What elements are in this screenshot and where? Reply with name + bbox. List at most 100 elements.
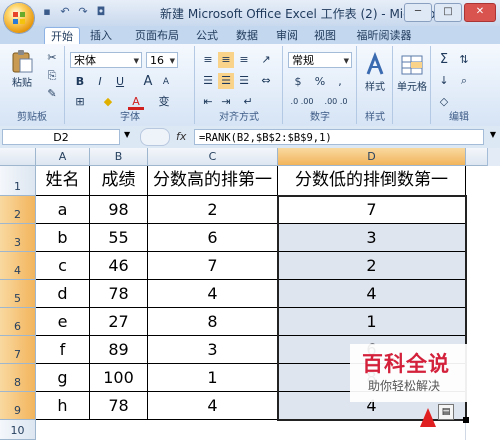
currency-button[interactable]: $ bbox=[290, 74, 306, 90]
column-header-a[interactable]: A bbox=[36, 148, 90, 166]
cell-a9[interactable]: h bbox=[36, 392, 90, 420]
tab-page-layout[interactable]: 页面布局 bbox=[128, 27, 186, 44]
minimize-button[interactable]: ─ bbox=[404, 3, 432, 22]
cell-d3[interactable]: 3 bbox=[278, 224, 466, 252]
row-header-1[interactable]: 1 bbox=[0, 166, 36, 196]
cell-b4[interactable]: 46 bbox=[90, 252, 148, 280]
select-all-corner[interactable] bbox=[0, 148, 36, 166]
tab-insert[interactable]: 插入 bbox=[84, 27, 118, 44]
align-right-icon[interactable]: ☰ bbox=[236, 73, 252, 89]
cell-b2[interactable]: 98 bbox=[90, 196, 148, 224]
office-button[interactable] bbox=[4, 3, 34, 33]
autosum-button[interactable]: Σ bbox=[436, 52, 452, 68]
row-header-2[interactable]: 2 bbox=[0, 196, 36, 224]
tab-view[interactable]: 视图 bbox=[310, 27, 340, 44]
cell-a5[interactable]: d bbox=[36, 280, 90, 308]
row-header-4[interactable]: 4 bbox=[0, 252, 36, 280]
cell-c5[interactable]: 4 bbox=[148, 280, 278, 308]
cell-a6[interactable]: e bbox=[36, 308, 90, 336]
cell-c2[interactable]: 2 bbox=[148, 196, 278, 224]
redo-icon[interactable]: ↷ bbox=[76, 5, 90, 19]
cell-b7[interactable]: 89 bbox=[90, 336, 148, 364]
cell-b8[interactable]: 100 bbox=[90, 364, 148, 392]
close-button[interactable]: ✕ bbox=[464, 3, 496, 22]
cell-d4[interactable]: 2 bbox=[278, 252, 466, 280]
cell-a2[interactable]: a bbox=[36, 196, 90, 224]
expand-formula-bar-icon[interactable]: ▼ bbox=[490, 130, 496, 139]
fill-button[interactable]: ↓ bbox=[436, 73, 452, 89]
styles-button[interactable]: 样式 bbox=[360, 52, 390, 93]
font-name-select[interactable]: 宋体 ▼ bbox=[70, 52, 142, 68]
row-header-9[interactable]: 9 bbox=[0, 392, 36, 420]
tab-review[interactable]: 审阅 bbox=[272, 27, 302, 44]
italic-button[interactable]: I bbox=[92, 74, 108, 90]
cell-a7[interactable]: f bbox=[36, 336, 90, 364]
orientation-icon[interactable]: ↗ bbox=[258, 52, 274, 68]
cell-d1[interactable]: 分数低的排倒数第一 bbox=[278, 166, 466, 196]
cell-a8[interactable]: g bbox=[36, 364, 90, 392]
cell-a3[interactable]: b bbox=[36, 224, 90, 252]
row-header-3[interactable]: 3 bbox=[0, 224, 36, 252]
row-header-7[interactable]: 7 bbox=[0, 336, 36, 364]
row-header-8[interactable]: 8 bbox=[0, 364, 36, 392]
cell-b1[interactable]: 成绩 bbox=[90, 166, 148, 196]
cell-c7[interactable]: 3 bbox=[148, 336, 278, 364]
tab-data[interactable]: 数据 bbox=[232, 27, 262, 44]
merge-cells-icon[interactable]: ⇔ bbox=[258, 73, 274, 89]
save-icon[interactable]: ▪ bbox=[40, 5, 54, 19]
bold-button[interactable]: B bbox=[72, 74, 88, 90]
fill-handle[interactable] bbox=[463, 417, 469, 423]
number-format-select[interactable]: 常规 ▼ bbox=[288, 52, 352, 68]
row-header-5[interactable]: 5 bbox=[0, 280, 36, 308]
percent-button[interactable]: % bbox=[312, 74, 328, 90]
align-top-icon[interactable]: ≡ bbox=[200, 52, 216, 68]
vertical-scrollbar[interactable] bbox=[487, 148, 500, 166]
copy-icon[interactable]: ⎘ bbox=[44, 68, 60, 84]
cell-c9[interactable]: 4 bbox=[148, 392, 278, 420]
cell-d2[interactable]: 7 bbox=[278, 196, 466, 224]
column-header-b[interactable]: B bbox=[90, 148, 148, 166]
align-middle-icon[interactable]: ≡ bbox=[218, 52, 234, 68]
font-size-select[interactable]: 16 ▼ bbox=[146, 52, 178, 68]
column-header-d[interactable]: D bbox=[278, 148, 466, 166]
row-header-6[interactable]: 6 bbox=[0, 308, 36, 336]
cell-b6[interactable]: 27 bbox=[90, 308, 148, 336]
cell-b5[interactable]: 78 bbox=[90, 280, 148, 308]
cell-c3[interactable]: 6 bbox=[148, 224, 278, 252]
underline-button[interactable]: U bbox=[112, 74, 128, 90]
insert-function-button[interactable]: fx bbox=[176, 130, 186, 143]
column-header-c[interactable]: C bbox=[148, 148, 278, 166]
camera-icon[interactable]: ◘ bbox=[94, 5, 108, 19]
chevron-down-icon[interactable]: ▼ bbox=[124, 130, 130, 139]
cut-icon[interactable]: ✂ bbox=[44, 50, 60, 66]
shrink-font-button[interactable]: A bbox=[158, 74, 174, 90]
name-box[interactable]: D2 bbox=[2, 129, 120, 145]
comma-button[interactable]: , bbox=[332, 74, 348, 90]
row-header-10[interactable]: 10 bbox=[0, 420, 36, 440]
grow-font-button[interactable]: A bbox=[140, 74, 156, 90]
cell-c4[interactable]: 7 bbox=[148, 252, 278, 280]
align-left-icon[interactable]: ☰ bbox=[200, 73, 216, 89]
cell-b9[interactable]: 78 bbox=[90, 392, 148, 420]
paste-options-icon[interactable]: ▤ bbox=[438, 404, 454, 420]
tab-formulas[interactable]: 公式 bbox=[192, 27, 222, 44]
cell-a1[interactable]: 姓名 bbox=[36, 166, 90, 196]
format-painter-icon[interactable]: ✎ bbox=[44, 86, 60, 102]
find-select-icon[interactable]: ⌕ bbox=[456, 73, 472, 89]
cell-d6[interactable]: 1 bbox=[278, 308, 466, 336]
cell-d5[interactable]: 4 bbox=[278, 280, 466, 308]
cell-b3[interactable]: 55 bbox=[90, 224, 148, 252]
sort-filter-icon[interactable]: ⇅ bbox=[456, 52, 472, 68]
cell-c8[interactable]: 1 bbox=[148, 364, 278, 392]
tab-foxit-reader[interactable]: 福昕阅读器 bbox=[352, 27, 416, 44]
formula-bar-splitter[interactable] bbox=[140, 128, 170, 146]
align-bottom-icon[interactable]: ≡ bbox=[236, 52, 252, 68]
cell-a4[interactable]: c bbox=[36, 252, 90, 280]
undo-icon[interactable]: ↶ bbox=[58, 5, 72, 19]
cell-c6[interactable]: 8 bbox=[148, 308, 278, 336]
cells-button[interactable]: 单元格 bbox=[394, 52, 430, 93]
paste-button[interactable]: 粘贴 bbox=[6, 48, 38, 89]
tab-home[interactable]: 开始 bbox=[44, 27, 80, 45]
align-center-icon[interactable]: ☰ bbox=[218, 73, 234, 89]
cell-c1[interactable]: 分数高的排第一 bbox=[148, 166, 278, 196]
